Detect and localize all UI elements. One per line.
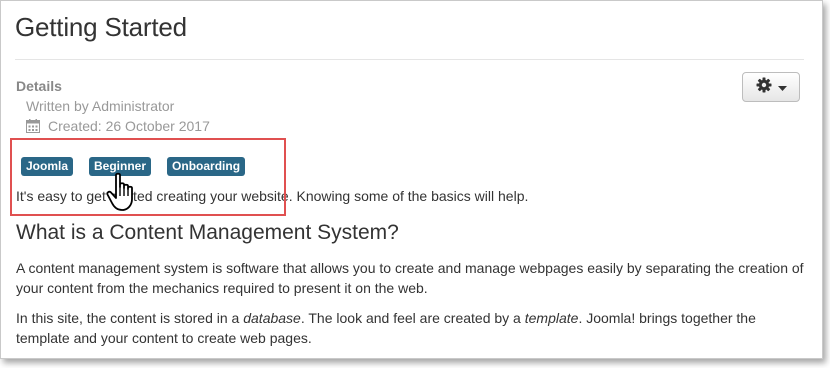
hand-pointer-icon [105,172,141,214]
article-tools-button[interactable] [742,72,800,102]
paragraph-cms-definition: A content management system is software … [16,260,804,296]
paragraph-text: In this site, the content is stored in a [16,310,244,326]
caret-down-icon [777,78,787,96]
emphasis-database: database [243,310,301,326]
paragraph-site-content: In this site, the content is stored in a… [16,308,806,348]
page-title: Getting Started [15,12,187,42]
emphasis-template: template [524,310,579,326]
gear-icon [756,77,772,98]
title-divider [15,59,804,60]
author-info: Written by Administrator [26,98,175,114]
details-label: Details [16,78,62,94]
calendar-icon [26,119,40,133]
screenshot-frame: Getting Started Details Written by Admin… [0,0,823,359]
created-date: Created: 26 October 2017 [48,118,210,134]
tags-highlight-box [10,138,286,216]
paragraph-text: . The look and feel are created by a [300,310,525,326]
created-date-row: Created: 26 October 2017 [26,118,210,134]
section-heading: What is a Content Management System? [16,221,399,244]
